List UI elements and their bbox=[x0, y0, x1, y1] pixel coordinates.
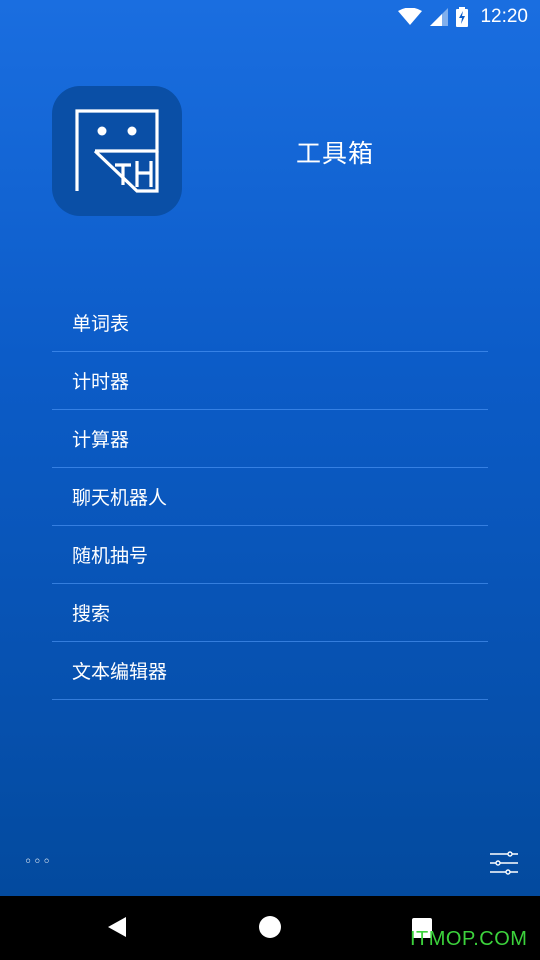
menu-item-calculator[interactable]: 计算器 bbox=[52, 410, 488, 468]
tool-menu: 单词表 计时器 计算器 聊天机器人 随机抽号 搜索 文本编辑器 bbox=[52, 294, 488, 700]
app-screen: 12:20 工具箱 单词表 计时器 计算器 聊天机器人 随机抽号 搜索 文本编辑… bbox=[0, 0, 540, 896]
more-dots-icon[interactable]: ◦◦◦ bbox=[24, 854, 52, 870]
battery-charging-icon bbox=[456, 7, 469, 27]
app-logo-icon bbox=[52, 86, 182, 216]
watermark-text: ITMOP.COM bbox=[410, 928, 528, 950]
menu-item-vocabulary[interactable]: 单词表 bbox=[52, 294, 488, 352]
sliders-icon[interactable] bbox=[488, 850, 520, 880]
menu-item-random-draw[interactable]: 随机抽号 bbox=[52, 526, 488, 584]
back-icon[interactable] bbox=[106, 916, 128, 942]
status-time: 12:20 bbox=[480, 6, 528, 27]
menu-item-search[interactable]: 搜索 bbox=[52, 584, 488, 642]
home-icon[interactable] bbox=[259, 916, 281, 938]
menu-item-text-editor[interactable]: 文本编辑器 bbox=[52, 642, 488, 700]
signal-icon bbox=[430, 8, 449, 26]
wifi-icon bbox=[398, 8, 423, 26]
menu-item-chatbot[interactable]: 聊天机器人 bbox=[52, 468, 488, 526]
app-title: 工具箱 bbox=[296, 139, 375, 168]
status-bar: 12:20 bbox=[0, 0, 540, 34]
menu-item-timer[interactable]: 计时器 bbox=[52, 352, 488, 410]
